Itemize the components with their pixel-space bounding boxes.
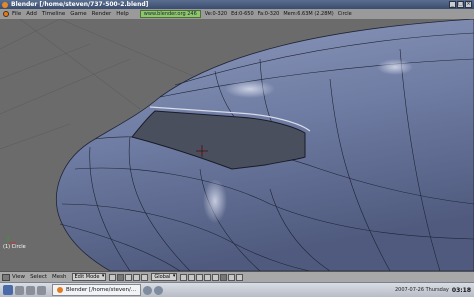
header-menu-view[interactable]: View	[12, 274, 25, 280]
face-select-icon[interactable]	[212, 273, 220, 281]
blender-menu-icon[interactable]	[3, 11, 9, 17]
occlude-icon[interactable]	[220, 273, 228, 281]
menu-add[interactable]: Add	[26, 11, 37, 17]
stat-object: Circle	[337, 11, 352, 17]
blender-task-icon	[57, 287, 63, 293]
network-tray-icon[interactable]	[143, 285, 153, 295]
clock[interactable]: 2007-07-26 Thursday 03:18	[395, 287, 471, 294]
layer-button-2[interactable]	[188, 273, 196, 281]
highlight	[377, 59, 413, 75]
edge-select-icon[interactable]	[204, 273, 212, 281]
close-button[interactable]: ×	[465, 1, 472, 8]
desktop-taskbar: Blender [/home/steven/... 2007-07-26 Thu…	[0, 282, 474, 297]
proportional-edit-icon[interactable]	[228, 273, 236, 281]
blender-logo-icon	[2, 1, 8, 8]
object-name-label: (1) Circle	[3, 244, 26, 250]
menu-game[interactable]: Game	[70, 11, 86, 17]
terminal-launcher-icon[interactable]	[26, 285, 35, 295]
start-menu-icon[interactable]	[3, 285, 13, 295]
menu-timeline[interactable]: Timeline	[42, 11, 65, 17]
snap-icon[interactable]	[236, 273, 244, 281]
stat-edges: Ed:0-650	[231, 11, 254, 17]
window-title: Blender [/home/steven/737-500-2.blend]	[11, 1, 149, 8]
minimize-button[interactable]: _	[449, 1, 456, 8]
layer-button-1[interactable]	[180, 273, 188, 281]
taskbar-blender-window[interactable]: Blender [/home/steven/...	[52, 284, 142, 296]
vertex-select-icon[interactable]	[196, 273, 204, 281]
window-type-icon[interactable]	[2, 273, 10, 281]
menu-help[interactable]: Help	[116, 11, 129, 17]
maximize-button[interactable]: □	[457, 1, 464, 8]
highlight	[203, 179, 227, 223]
taskbar-task-label: Blender [/home/steven/...	[66, 287, 137, 293]
clock-time: 03:18	[451, 286, 471, 294]
aircraft-nose-mesh	[0, 19, 474, 271]
menu-render[interactable]: Render	[92, 11, 112, 17]
manipulator-icon[interactable]	[125, 273, 133, 281]
mode-select[interactable]: Edit Mode	[71, 273, 107, 281]
highlight	[225, 80, 275, 98]
browser-launcher-icon[interactable]	[15, 285, 24, 295]
orientation-select[interactable]: Global	[151, 273, 178, 281]
stat-vertices: Ve:0-320	[204, 11, 228, 17]
draw-type-icon[interactable]	[109, 273, 117, 281]
stat-faces: Fa:0-320	[257, 11, 280, 17]
files-launcher-icon[interactable]	[37, 285, 46, 295]
3d-view-header: View Select Mesh Edit Mode Global	[0, 271, 474, 282]
window-controls: _ □ ×	[449, 1, 472, 8]
pivot-icon[interactable]	[117, 273, 125, 281]
clock-date: 2007-07-26 Thursday	[394, 287, 449, 293]
blender-url: www.blender.org 246	[139, 10, 201, 18]
menu-file[interactable]: File	[12, 11, 21, 17]
header-menu-mesh[interactable]: Mesh	[52, 274, 66, 280]
3d-viewport[interactable]: (1) Circle	[0, 19, 474, 271]
rotate-icon[interactable]	[141, 273, 149, 281]
header-menu-select[interactable]: Select	[30, 274, 47, 280]
window-titlebar: Blender [/home/steven/737-500-2.blend] _…	[0, 0, 474, 9]
stat-memory: Mem:6.63M (2.28M)	[283, 11, 334, 17]
axis-gizmo-icon	[7, 235, 16, 244]
volume-tray-icon[interactable]	[154, 285, 164, 295]
translate-icon[interactable]	[133, 273, 141, 281]
